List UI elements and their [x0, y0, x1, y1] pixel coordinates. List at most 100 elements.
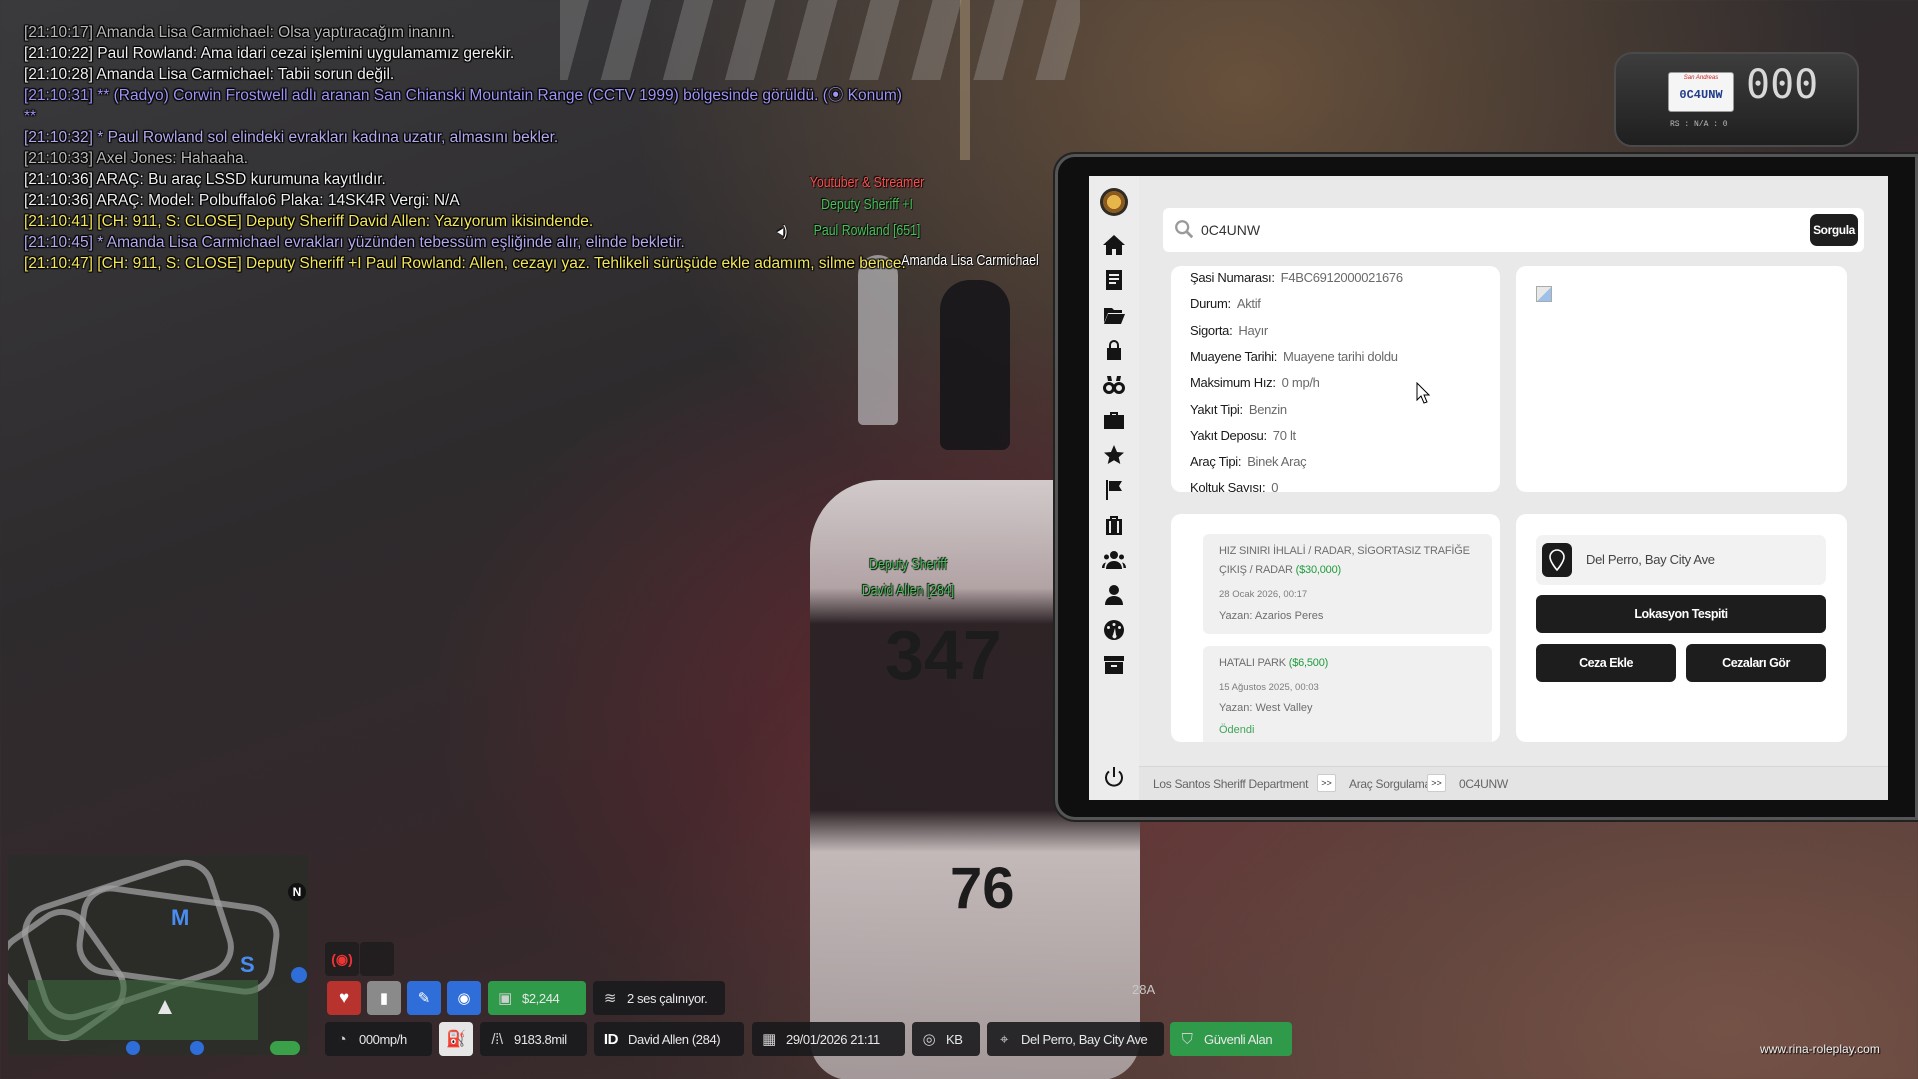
info-value: Hayır — [1238, 322, 1268, 338]
player-id-display: ID David Allen (284) — [594, 1022, 744, 1056]
direction-display: ◎ KB — [912, 1022, 980, 1056]
map-s-marker: S — [240, 952, 255, 977]
health-icon: ♥ — [327, 981, 361, 1015]
info-key: Muayene Tarihi: — [1190, 348, 1278, 364]
location-field: Del Perro, Bay City Ave — [1536, 535, 1826, 585]
compass-icon: ◎ — [922, 1031, 936, 1048]
chat-text: ** (Radyo) Corwin Frostwell adlı aranan … — [97, 87, 902, 104]
plate-state: San Andreas — [1683, 75, 1719, 81]
license-plate: San Andreas 0C4UNW — [1668, 72, 1734, 112]
info-key: Şasi Numarası: — [1190, 270, 1275, 285]
tablet-screen: Sorgula Şasi Numarası: F4BC6912000021676 D… — [1089, 176, 1888, 800]
add-fine-button[interactable]: Ceza Ekle — [1536, 644, 1676, 682]
vehicle-info-row: Durum: Aktif — [1190, 296, 1261, 311]
water-icon: ◉ — [447, 981, 481, 1015]
chat-time: [21:10:31] — [24, 87, 93, 104]
chat-line: [21:10:28] Amanda Lisa Carmichael: Tabii… — [24, 64, 1064, 85]
briefcase-icon[interactable] — [1100, 406, 1128, 434]
chat-time: [21:10:45] — [24, 234, 93, 251]
chat-line: [21:10:17] Amanda Lisa Carmichael: Olsa … — [24, 22, 1064, 43]
speedometer-icon: ◔ — [337, 1030, 347, 1048]
location-value: Del Perro, Bay City Ave — [1021, 1031, 1148, 1047]
fine-item[interactable]: HIZ SINIRI İHLALİ / RADAR, SİGORTASIZ TR… — [1203, 534, 1492, 634]
location-detect-button[interactable]: Lokasyon Tespiti — [1536, 595, 1826, 633]
breadcrumb: Los Santos Sheriff Department >> Araç So… — [1139, 766, 1888, 800]
location-display: ⌖ Del Perro, Bay City Ave — [987, 1022, 1164, 1056]
query-button[interactable]: Sorgula — [1810, 214, 1858, 246]
chat-line: [21:10:33] Axel Jones: Hahaaha. — [24, 148, 1064, 169]
document-icon[interactable] — [1100, 266, 1128, 294]
fine-status: Ödendi — [1219, 724, 1255, 736]
chat-time: [21:10:41] — [24, 213, 93, 230]
datetime-display: ▦ 29/01/2026 21:11 — [752, 1022, 905, 1056]
fine-author: Yazan: West Valley — [1219, 702, 1313, 714]
fine-date: 15 Ağustos 2025, 00:03 — [1219, 682, 1319, 693]
chat-time: [21:10:32] — [24, 129, 93, 146]
watermark: www.rina-roleplay.com — [1760, 1042, 1880, 1056]
chat-time: [21:10:36] — [24, 171, 93, 188]
fine-item[interactable]: HATALI PARK ($6,500) 15 Ağustos 2025, 00… — [1203, 646, 1492, 742]
audio-status: ≋ 2 ses çalınıyor. — [593, 981, 725, 1015]
handcuffs-icon[interactable] — [1100, 371, 1128, 399]
info-value: Binek Araç — [1247, 454, 1307, 470]
info-key: Araç Tipi: — [1190, 454, 1242, 470]
map-blip — [270, 1041, 300, 1055]
main-panel: Sorgula Şasi Numarası: F4BC6912000021676 D… — [1139, 176, 1888, 800]
safe-zone-value: Güvenli Alan — [1204, 1031, 1273, 1047]
home-icon[interactable] — [1100, 231, 1128, 259]
star-icon[interactable] — [1100, 441, 1128, 469]
empty-slot — [360, 942, 394, 976]
vehicle-info-row: Yakıt Deposu: 70 lt — [1190, 428, 1296, 443]
location-pin-icon: ⌖ — [999, 1030, 1009, 1048]
chat-text: Amanda Lisa Carmichael: Tabii sorun deği… — [96, 66, 395, 83]
chat-line: [21:10:32] * Paul Rowland sol elindeki e… — [24, 127, 1064, 148]
dashboard-icon[interactable] — [1100, 616, 1128, 644]
vehicle-info-row: Araç Tipi: Binek Araç — [1190, 454, 1307, 470]
sidebar — [1089, 176, 1139, 800]
road-icon: /⁞\ — [491, 1030, 503, 1048]
view-fines-button[interactable]: Cezaları Gör — [1686, 644, 1826, 682]
nametag-rowland-rank: Deputy Sheriff +I — [821, 196, 913, 213]
fine-amount: ($30,000) — [1295, 564, 1341, 576]
vehicle-info-row: Şasi Numarası: F4BC6912000021676 — [1190, 270, 1403, 285]
location-text: Del Perro, Bay City Ave — [1586, 552, 1715, 567]
sheriff-badge-icon — [1100, 188, 1128, 216]
nametag-allen-rank: Deputy Sheriff — [869, 556, 947, 573]
chat-line: ** — [24, 106, 1064, 127]
lock-icon[interactable] — [1100, 336, 1128, 364]
folder-open-icon[interactable] — [1100, 301, 1128, 329]
chat-line: [21:10:31] ** (Radyo) Corwin Frostwell a… — [24, 85, 1064, 106]
user-icon[interactable] — [1100, 581, 1128, 609]
info-value: Benzin — [1248, 401, 1287, 417]
dashcam-speed: 000 — [1746, 62, 1819, 108]
chat-text: Amanda Lisa Carmichael: Olsa yaptıracağı… — [96, 24, 455, 41]
mdt-tablet: Sorgula Şasi Numarası: F4BC6912000021676 D… — [1055, 154, 1918, 820]
suitcase-icon[interactable] — [1100, 511, 1128, 539]
breadcrumb-page[interactable]: Araç Sorgulama — [1349, 777, 1431, 791]
minimap[interactable]: N M S — [8, 855, 308, 1055]
plate-search-input[interactable] — [1201, 216, 1761, 244]
chat-time: ** — [24, 108, 37, 125]
map-blip — [291, 967, 307, 983]
character-carmichael — [940, 280, 1010, 450]
breadcrumb-dept[interactable]: Los Santos Sheriff Department — [1153, 777, 1308, 791]
search-icon — [1175, 220, 1194, 239]
search-bar: Sorgula — [1163, 208, 1864, 252]
vehicle-info-row: Maksimum Hız: 0 mp/h — [1190, 375, 1320, 390]
fine-author: Yazan: Azarios Peres — [1219, 610, 1324, 622]
info-key: Yakıt Tipi: — [1190, 401, 1243, 417]
flag-icon[interactable] — [1100, 476, 1128, 504]
dashcam-sub: RS : N/A : 0 — [1670, 120, 1728, 129]
users-icon[interactable] — [1100, 546, 1128, 574]
player-arrow-icon — [158, 1000, 172, 1014]
power-icon[interactable] — [1100, 763, 1128, 791]
map-blip — [126, 1041, 140, 1055]
speed-display: ◔ 000mp/h — [325, 1022, 432, 1056]
archive-icon[interactable] — [1100, 651, 1128, 679]
speed-value: 000mp/h — [359, 1031, 407, 1047]
info-value: 0 mp/h — [1281, 375, 1320, 391]
map-blip — [190, 1041, 204, 1055]
breadcrumb-plate: 0C4UNW — [1459, 777, 1508, 791]
breadcrumb-separator: >> — [1317, 774, 1336, 792]
info-value: Muayene tarihi doldu — [1283, 348, 1398, 364]
